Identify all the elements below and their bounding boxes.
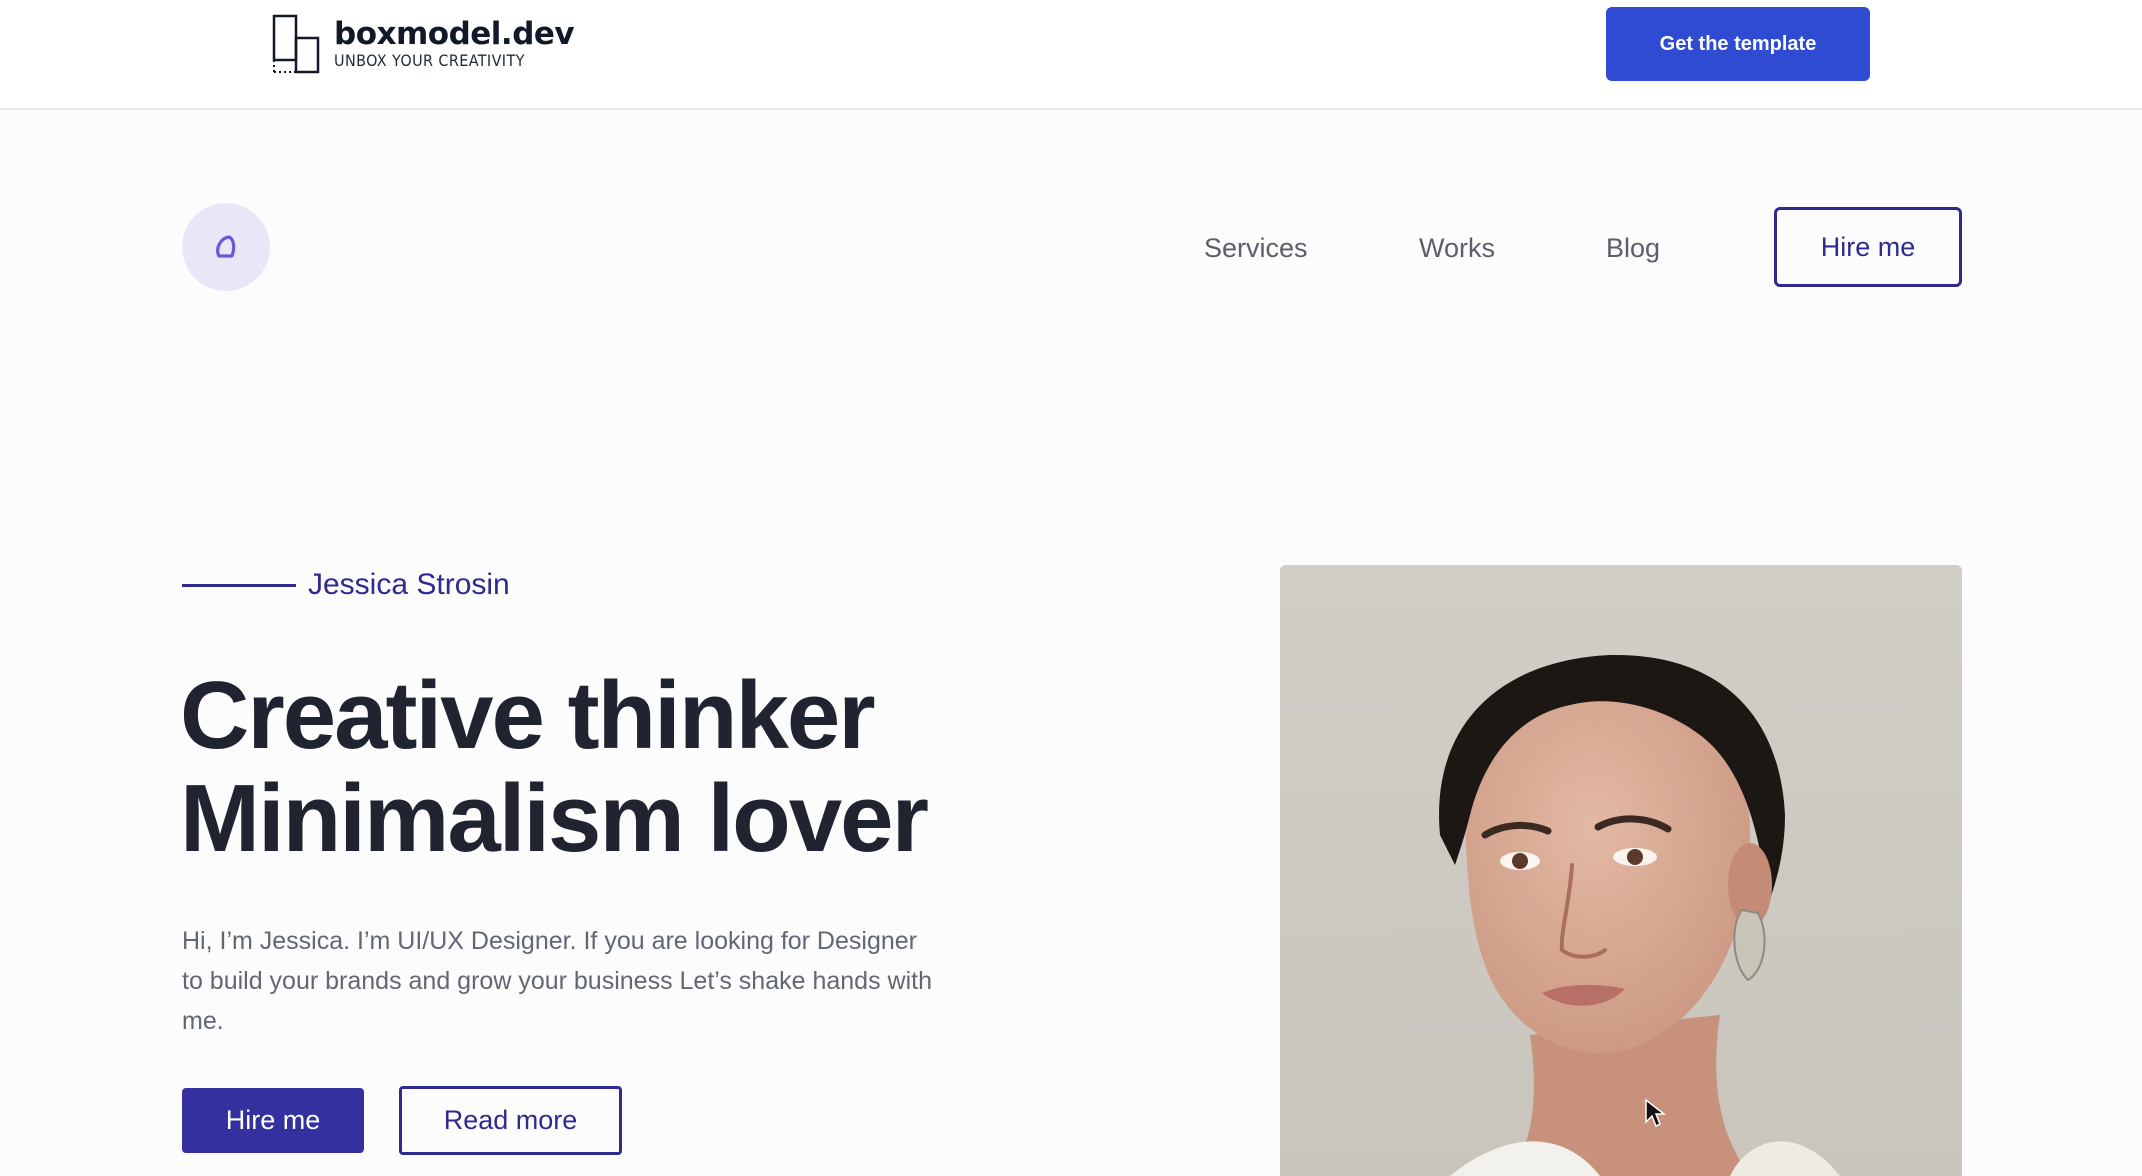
nav-services[interactable]: Services <box>1204 232 1308 264</box>
boxmodel-brand[interactable]: boxmodel.dev UNBOX YOUR CREATIVITY <box>272 14 575 74</box>
mouse-pointer-icon <box>1645 1098 1666 1128</box>
hero-intro: Hi, I’m Jessica. I’m UI/UX Designer. If … <box>182 927 932 1035</box>
hire-me-button[interactable]: Hire me <box>182 1088 364 1153</box>
nav-hire-me-button[interactable]: Hire me <box>1774 207 1962 287</box>
author-name: Jessica Strosin <box>308 568 510 601</box>
brand-name: boxmodel.dev <box>334 16 575 52</box>
get-template-button[interactable]: Get the template <box>1606 7 1870 81</box>
box-outline-icon <box>272 14 320 74</box>
headline-line-1: Creative thinker <box>180 662 876 769</box>
nav-works[interactable]: Works <box>1419 232 1495 264</box>
portrait-illustration <box>1280 565 1962 1176</box>
headline-line-2: Minimalism lover <box>180 765 929 872</box>
read-more-button[interactable]: Read more <box>399 1086 622 1155</box>
eyebrow-divider <box>182 584 296 587</box>
promo-header: boxmodel.dev UNBOX YOUR CREATIVITY Get t… <box>0 0 2142 110</box>
nav-blog[interactable]: Blog <box>1606 232 1660 264</box>
brand-tagline: UNBOX YOUR CREATIVITY <box>334 51 525 70</box>
portfolio-page: Services Works Blog Hire me Jessica Stro… <box>0 112 2142 1176</box>
site-logo[interactable] <box>182 203 270 291</box>
hero-headline: Creative thinker Minimalism lover <box>180 662 929 872</box>
leaf-d-icon <box>216 235 236 258</box>
portrait-photo <box>1280 565 1962 1176</box>
